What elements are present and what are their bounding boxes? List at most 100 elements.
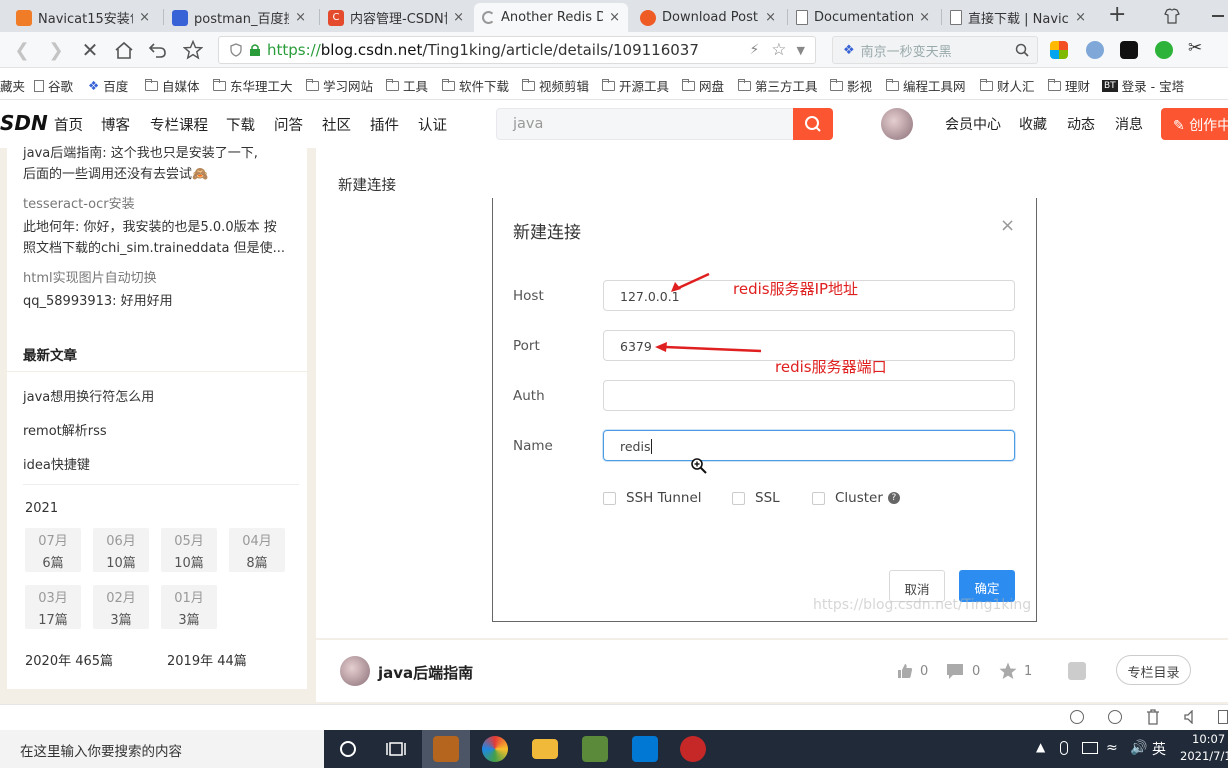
star-collect-icon[interactable] xyxy=(998,661,1018,681)
undo-icon[interactable] xyxy=(148,41,168,59)
home-icon[interactable] xyxy=(114,41,134,59)
input-method-indicator[interactable]: 英 xyxy=(1152,739,1166,759)
clock-time[interactable]: 10:07 xyxy=(1192,732,1225,746)
bookmark-folder[interactable]: 理财 xyxy=(1048,76,1090,95)
back-arrow-icon[interactable]: ❮ xyxy=(10,38,34,62)
auth-input[interactable] xyxy=(603,380,1015,411)
minimize-window-icon[interactable] xyxy=(1212,15,1224,17)
taskbar-app-active[interactable] xyxy=(422,730,470,768)
task-view-icon[interactable] xyxy=(386,740,406,758)
close-icon[interactable]: × xyxy=(1000,215,1015,236)
author-avatar[interactable] xyxy=(340,656,370,686)
bookmark-folder[interactable]: 编程工具网 xyxy=(886,76,966,95)
browser-tab[interactable]: postman_百度搜索 × xyxy=(164,3,314,32)
comment-text[interactable]: qq_58993913: 好用好用 xyxy=(23,290,173,309)
comment-icon[interactable] xyxy=(946,662,964,680)
cortana-icon[interactable] xyxy=(340,741,356,757)
nav-blog[interactable]: 博客 xyxy=(101,114,130,135)
trash-icon[interactable] xyxy=(1146,709,1160,725)
close-tab-icon[interactable]: × xyxy=(295,10,306,25)
star-bookmark-icon[interactable] xyxy=(183,40,203,60)
close-tab-icon[interactable]: × xyxy=(765,10,776,25)
archive-month[interactable]: 04月 8篇 xyxy=(229,528,285,572)
browser-tab[interactable]: 直接下载 | Navica × xyxy=(942,3,1094,32)
status-icon[interactable] xyxy=(1218,710,1228,724)
status-icon[interactable] xyxy=(1070,710,1084,724)
cluster-checkbox[interactable]: Cluster? xyxy=(812,490,900,506)
close-tab-icon[interactable]: × xyxy=(919,10,930,25)
author-name[interactable]: java后端指南 xyxy=(378,662,473,683)
ssl-checkbox[interactable]: SSL xyxy=(732,490,780,506)
name-input[interactable]: redis xyxy=(603,430,1015,461)
bookmark-folder[interactable]: 自媒体 xyxy=(145,76,200,95)
apps-grid-icon[interactable] xyxy=(1050,41,1068,59)
lightning-icon[interactable]: ⚡ xyxy=(749,42,759,58)
close-tab-icon[interactable]: × xyxy=(609,10,620,25)
csdn-search-input[interactable]: java xyxy=(496,108,794,140)
archive-month[interactable]: 07月 6篇 xyxy=(25,528,81,572)
bookmark-folder[interactable]: 开源工具 xyxy=(602,76,669,95)
speaker-icon[interactable] xyxy=(1184,710,1198,724)
favorites-link[interactable]: 收藏 xyxy=(1019,114,1047,134)
archive-year-2019[interactable]: 2019年 44篇 xyxy=(167,650,247,669)
comment-article-link[interactable]: html实现图片自动切换 xyxy=(23,267,157,286)
new-tab-button[interactable]: + xyxy=(1108,2,1126,27)
member-center-link[interactable]: 会员中心 xyxy=(945,114,1001,134)
close-tab-icon[interactable]: × xyxy=(1075,10,1086,25)
battery-icon[interactable] xyxy=(1082,742,1098,754)
comment-text[interactable]: 照文档下载的chi_sim.traineddata 但是使... xyxy=(23,237,285,256)
avatar[interactable] xyxy=(881,108,913,140)
check-extension-icon[interactable] xyxy=(1155,41,1173,59)
volume-icon[interactable]: 🔊 xyxy=(1130,740,1147,756)
nav-plugins[interactable]: 插件 xyxy=(370,114,399,135)
bookmark-folder[interactable]: 软件下载 xyxy=(442,76,509,95)
messages-link[interactable]: 消息 xyxy=(1115,114,1143,134)
bookmark-folder[interactable]: 视频剪辑 xyxy=(522,76,589,95)
comment-text[interactable]: 此地何年: 你好，我安装的也是5.0.0版本 按 xyxy=(23,216,277,235)
microphone-icon[interactable] xyxy=(1060,741,1068,755)
tshirt-skin-icon[interactable] xyxy=(1164,8,1180,24)
comment-text[interactable]: 后面的一些调用还没有去尝试🙈 xyxy=(23,163,208,182)
archive-month[interactable]: 06月 10篇 xyxy=(93,528,149,572)
search-icon[interactable] xyxy=(1015,43,1029,57)
nav-download[interactable]: 下载 xyxy=(226,114,255,135)
browser-tab-active[interactable]: Another Redis D × xyxy=(474,3,628,32)
close-tab-icon[interactable]: × xyxy=(453,10,464,25)
redis-manager-icon[interactable] xyxy=(680,736,706,762)
forward-arrow-icon[interactable]: ❯ xyxy=(44,38,68,62)
latest-article-link[interactable]: idea快捷键 xyxy=(23,454,90,473)
archive-month[interactable]: 01月 3篇 xyxy=(161,585,217,629)
nav-community[interactable]: 社区 xyxy=(322,114,351,135)
thumbs-up-icon[interactable] xyxy=(896,662,914,680)
bookmark-item[interactable]: ❖ 百度 xyxy=(88,76,129,103)
bookmark-item[interactable]: 藏夹 xyxy=(0,76,25,95)
stop-loading-icon[interactable]: ✕ xyxy=(78,38,102,62)
comment-article-link[interactable]: tesseract-ocr安装 xyxy=(23,193,135,212)
bookmark-item[interactable]: BT 登录 - 宝塔 xyxy=(1102,76,1184,95)
csdn-logo[interactable]: SDN xyxy=(0,111,48,135)
csdn-search-button[interactable] xyxy=(793,108,833,140)
chevron-up-icon[interactable]: ▲ xyxy=(1036,740,1045,754)
bookmark-folder[interactable]: 第三方工具 xyxy=(738,76,818,95)
nav-qa[interactable]: 问答 xyxy=(274,114,303,135)
column-catalog-button[interactable]: 专栏目录 xyxy=(1116,655,1191,685)
favorite-star-icon[interactable]: ☆ xyxy=(771,40,786,60)
ssh-tunnel-checkbox[interactable]: SSH Tunnel xyxy=(603,490,702,506)
browser-tab[interactable]: Documentation f × xyxy=(788,3,938,32)
activity-link[interactable]: 动态 xyxy=(1067,114,1095,134)
nav-courses[interactable]: 专栏课程 xyxy=(150,114,208,135)
create-button[interactable]: ✎ 创作中 xyxy=(1161,108,1228,140)
browser-search-box[interactable]: ❖ 南京一秒变天黑 xyxy=(832,36,1038,64)
close-tab-icon[interactable]: × xyxy=(139,10,150,25)
bookmark-folder[interactable]: 财人汇 xyxy=(980,76,1035,95)
bookmark-folder[interactable]: 东华理工大 xyxy=(213,76,293,95)
archive-month[interactable]: 02月 3篇 xyxy=(93,585,149,629)
status-icon[interactable] xyxy=(1108,710,1122,724)
bookmark-folder[interactable]: 影视 xyxy=(830,76,872,95)
latest-article-link[interactable]: java想用换行符怎么用 xyxy=(23,386,154,405)
nav-home[interactable]: 首页 xyxy=(54,114,83,135)
extension-black-icon[interactable] xyxy=(1120,41,1138,59)
scissors-icon[interactable]: ✂ xyxy=(1188,38,1202,58)
browser-tab[interactable]: Navicat15安装包利 × xyxy=(8,3,158,32)
help-icon[interactable]: ? xyxy=(887,492,900,504)
